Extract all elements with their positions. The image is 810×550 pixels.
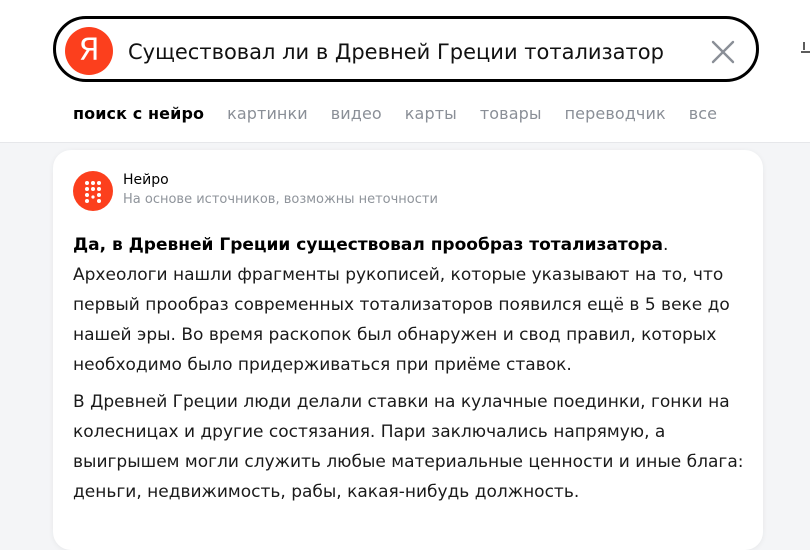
tab-products[interactable]: товары [480,100,542,128]
answer-headline-end: . [663,235,669,255]
search-header: Я Существовал ли в Древней Греции тотали… [0,0,810,143]
neuro-logo-icon [73,171,113,211]
answer-headline-bold: Да, в Древней Греции существовал прообра… [73,235,664,255]
neuro-answer-card: Нейро На основе источников, возможны нет… [53,150,763,550]
search-tabs: поиск с нейро картинки видео карты товары пер… [73,100,740,128]
tab-translator[interactable]: переводчик [565,100,666,128]
search-box[interactable]: Я Существовал ли в Древней Греции тотали… [53,16,759,82]
answer-paragraph: Археологи нашли фрагменты рукописей, кот… [73,265,730,375]
tab-neuro-search[interactable]: поиск с нейро [73,100,204,128]
close-icon[interactable] [708,37,738,67]
search-input[interactable]: Существовал ли в Древней Греции тотализа… [128,37,688,67]
cut-off-icon [798,38,810,62]
tab-maps[interactable]: карты [405,100,457,128]
answer-text: Да, в Древней Греции существовал прообра… [73,230,753,514]
tab-video[interactable]: видео [331,100,382,128]
answer-paragraph: В Древней Греции люди делали ставки на к… [73,392,744,502]
yandex-logo-icon[interactable]: Я [65,27,113,75]
neuro-name: Нейро [123,172,169,188]
tab-images[interactable]: картинки [227,100,308,128]
answer-headline: Да, в Древней Греции существовал прообра… [73,230,753,260]
tab-all[interactable]: все [689,100,717,128]
neuro-disclaimer: На основе источников, возможны неточност… [123,192,438,207]
